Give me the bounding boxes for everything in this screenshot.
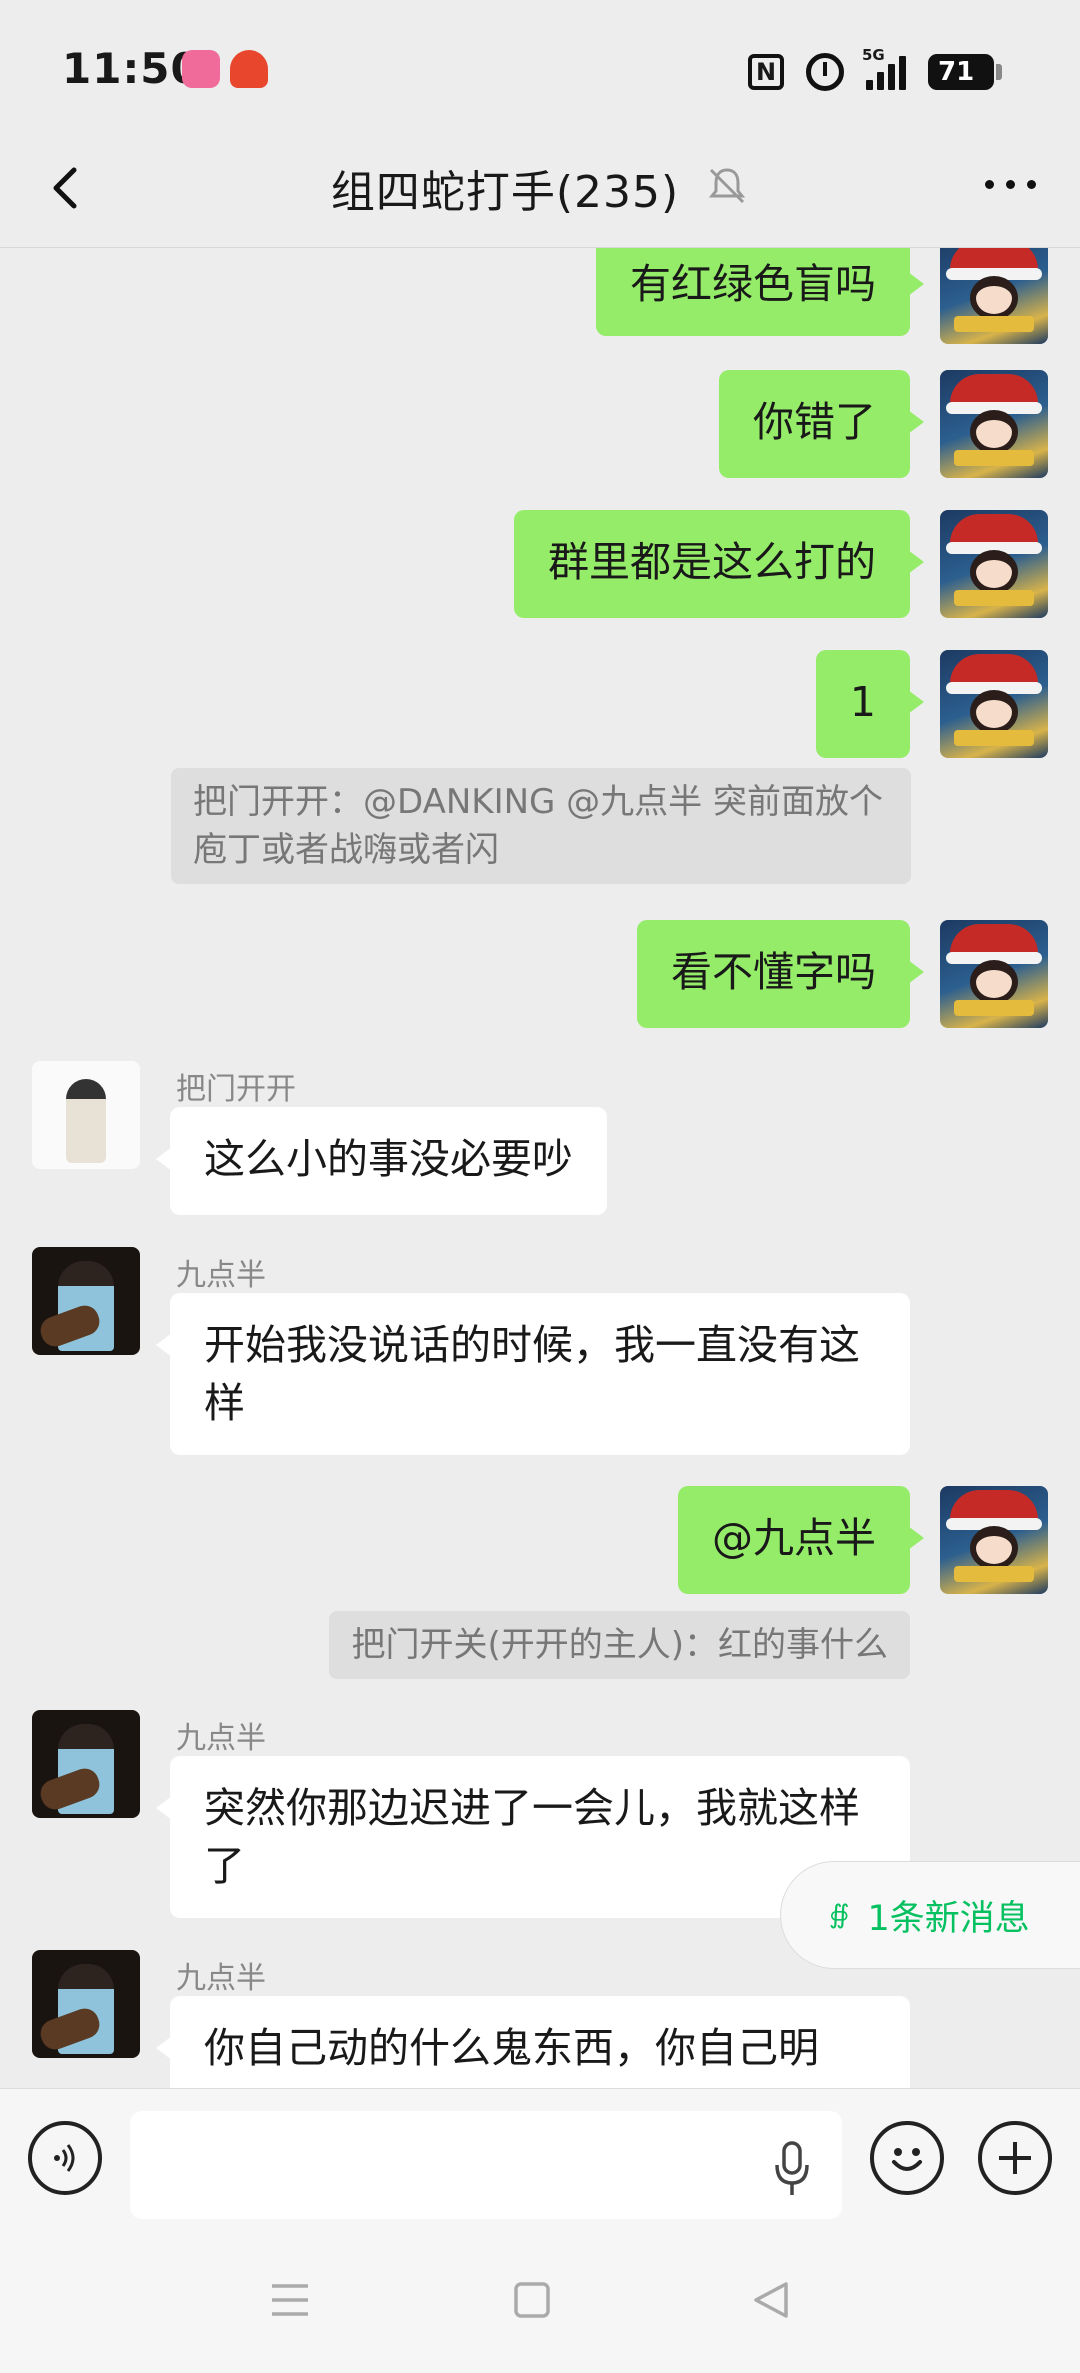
plus-icon[interactable] [978,2121,1052,2195]
sender-name: 把门开开 [176,1072,296,1107]
message-bubble[interactable]: 看不懂字吗 [637,920,924,1028]
menu-icon[interactable] [268,2278,312,2322]
message-input[interactable] [130,2111,842,2219]
mute-icon [709,168,746,204]
avatar[interactable] [940,248,1048,344]
signal-icon: 5G [862,46,906,90]
quoted-message[interactable]: 把门开关(开开的主人)：红的事什么 [329,1611,910,1679]
message-bubble[interactable]: 开始我没说话的时候，我一直没有这样 [156,1293,910,1455]
message-bubble[interactable]: 群里都是这么打的 [514,510,924,618]
avatar[interactable] [32,1710,140,1818]
mic-icon[interactable] [772,2141,812,2197]
emoji-icon[interactable] [870,2121,944,2195]
new-message-button[interactable]: ∯ 1条新消息 [780,1861,1080,1969]
battery-icon: 71 [928,54,1002,90]
message-bubble[interactable]: @九点半 [678,1486,924,1594]
avatar[interactable] [32,1950,140,2058]
chat-title: 组四蛇打手(235) [330,167,680,218]
message-bubble[interactable]: 1 [815,650,925,758]
voice-icon[interactable] [28,2121,102,2195]
sender-name: 九点半 [176,1961,266,1996]
bilibili-app-icon [182,50,220,88]
alarm-icon [806,53,844,91]
sender-name: 九点半 [176,1258,266,1293]
home-icon[interactable] [510,2278,554,2322]
back-triangle-icon[interactable] [750,2278,794,2322]
network-type: 5G [862,46,885,64]
status-bar: 11:50 N 5G 71 [0,0,1080,130]
quoted-message[interactable]: 把门开开：@DANKING @九点半 突前面放个庖丁或者战嗨或者闪 [171,768,911,884]
double-chevron-down-icon: ∯ [829,1900,850,1930]
message-bubble[interactable]: 你自己动的什么鬼东西，你自己明 [156,1996,910,2088]
message-list[interactable]: 有红绿色盲吗 你错了 群里都是这么打的 1 把门开开：@DANKING @九点半… [0,248,1080,2088]
system-navigation-bar [0,2228,1080,2373]
message-bubble[interactable]: 有红绿色盲吗 [596,248,924,336]
sender-name: 九点半 [176,1721,266,1756]
avatar[interactable] [940,510,1048,618]
more-icon[interactable] [985,180,1036,189]
status-time: 11:50 [62,44,201,93]
message-bubble[interactable]: 你错了 [719,370,924,478]
avatar[interactable] [940,650,1048,758]
chat-header: 组四蛇打手(235) [0,130,1080,248]
message-bubble[interactable]: 这么小的事没必要吵 [156,1107,607,1215]
avatar[interactable] [940,370,1048,478]
avatar[interactable] [940,1486,1048,1594]
new-message-label: 1条新消息 [867,1898,1030,1939]
avatar[interactable] [940,920,1048,1028]
input-bar [0,2088,1080,2228]
avatar[interactable] [32,1061,140,1169]
app-icon [230,50,268,88]
avatar[interactable] [32,1247,140,1355]
nfc-icon: N [748,54,784,90]
